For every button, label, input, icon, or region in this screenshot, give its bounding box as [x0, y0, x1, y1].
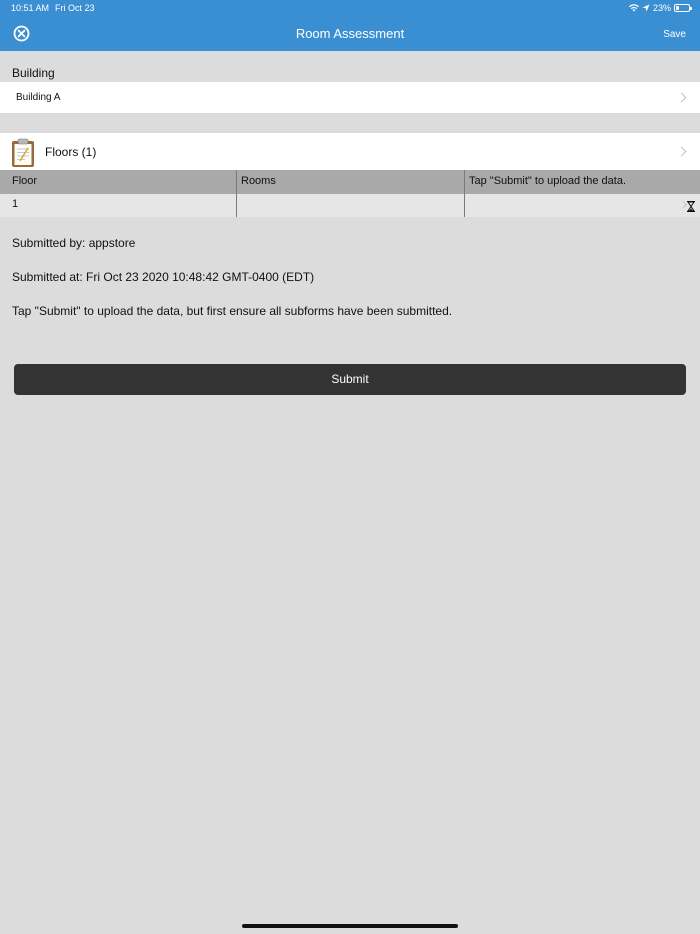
floors-table-header: Floor Rooms Tap "Submit" to upload the d… — [0, 170, 700, 194]
save-button[interactable]: Save — [663, 29, 686, 40]
status-time: 10:51 AM — [11, 3, 50, 13]
home-indicator[interactable] — [242, 924, 458, 928]
building-selector[interactable]: Building A — [0, 82, 700, 113]
navigation-bar: 10:51 AM Fri Oct 23 23% Room Assessment … — [0, 0, 700, 51]
status-indicators: 23% — [628, 3, 692, 13]
wifi-icon — [628, 4, 639, 12]
table-row[interactable]: 1 — [0, 194, 700, 217]
column-header-status: Tap "Submit" to upload the data. — [464, 170, 700, 194]
battery-icon — [674, 4, 692, 12]
building-section-label: Building — [12, 66, 55, 80]
page-title: Room Assessment — [295, 26, 405, 41]
status-date: Fri Oct 23 — [55, 3, 95, 13]
submit-button[interactable]: Submit — [14, 364, 686, 395]
status-cell — [464, 194, 700, 217]
hourglass-icon — [687, 201, 695, 212]
floor-cell: 1 — [12, 198, 19, 210]
rooms-cell — [236, 194, 464, 217]
submitted-by-text: Submitted by: appstore — [12, 236, 136, 250]
chevron-right-icon — [676, 146, 687, 157]
chevron-right-icon — [676, 92, 687, 103]
column-header-rooms: Rooms — [236, 170, 464, 194]
status-bar: 10:51 AM Fri Oct 23 23% — [0, 3, 700, 15]
battery-fill — [676, 6, 679, 10]
submit-instructions-text: Tap "Submit" to upload the data, but fir… — [12, 304, 453, 318]
floors-label: Floors (1) — [45, 145, 97, 159]
battery-percent: 23% — [652, 3, 671, 13]
floors-subform-row[interactable]: Floors (1) — [0, 133, 700, 170]
location-arrow-icon — [642, 4, 650, 12]
clipboard-icon — [12, 138, 34, 167]
building-value: Building A — [16, 92, 61, 103]
submitted-at-text: Submitted at: Fri Oct 23 2020 10:48:42 G… — [12, 270, 315, 284]
column-header-floor: Floor — [12, 175, 38, 187]
